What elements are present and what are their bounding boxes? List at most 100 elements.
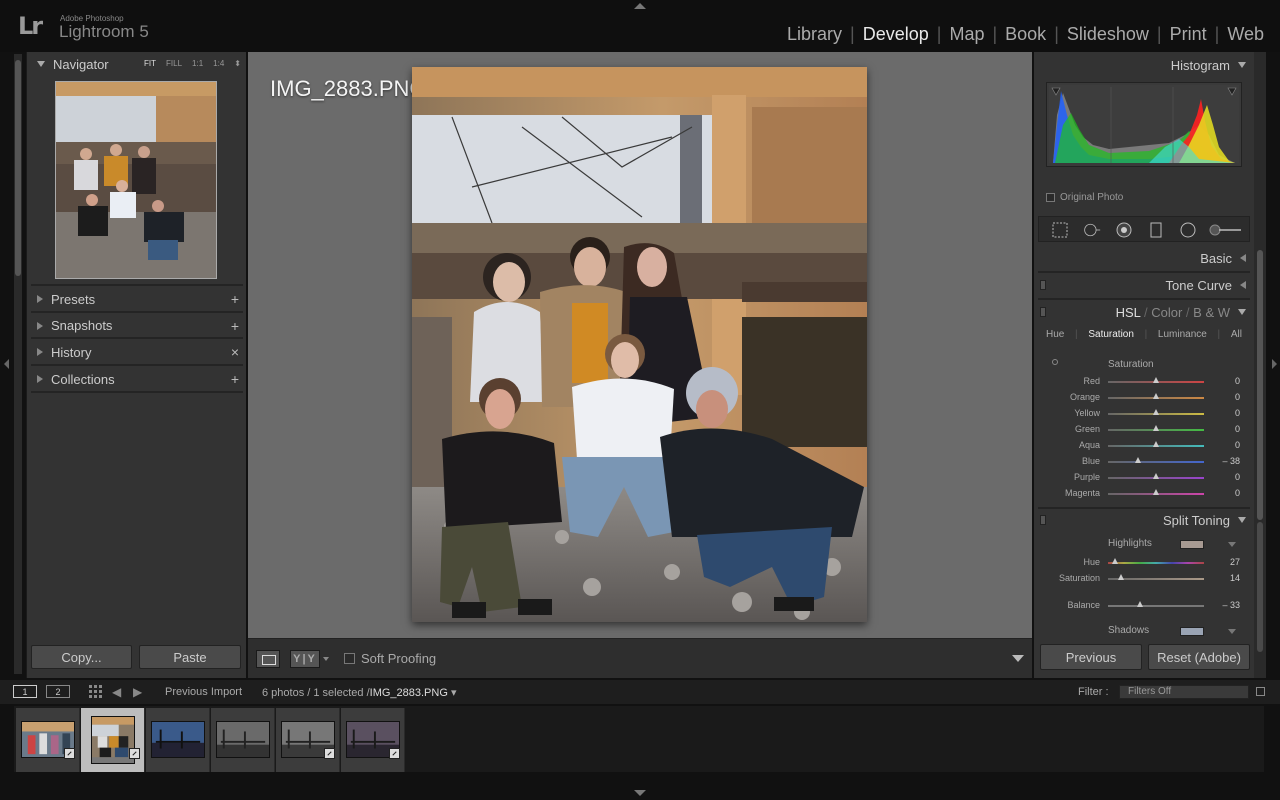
red-eye-icon[interactable]: [1115, 221, 1133, 239]
module-web[interactable]: Web: [1221, 24, 1270, 45]
shadows-dropdown-icon[interactable]: [1228, 629, 1236, 634]
panel-switch[interactable]: [1040, 280, 1046, 290]
module-develop[interactable]: Develop: [857, 24, 935, 45]
histogram-header[interactable]: Histogram: [1034, 52, 1254, 78]
split-toning-header[interactable]: Split Toning: [1034, 507, 1254, 533]
go-back-arrow-icon[interactable]: ◀: [112, 685, 121, 699]
saturation-orange-slider-handle[interactable]: [1153, 393, 1159, 399]
highlights-hue-slider-track[interactable]: [1108, 562, 1204, 564]
module-slideshow[interactable]: Slideshow: [1061, 24, 1155, 45]
collapse-left-arrow-icon[interactable]: [4, 359, 9, 369]
saturation-yellow-slider-handle[interactable]: [1153, 409, 1159, 415]
filename-dropdown-icon[interactable]: ▾: [451, 687, 457, 699]
radial-filter-icon[interactable]: [1179, 221, 1197, 239]
crop-overlay-icon[interactable]: [1051, 221, 1069, 239]
histogram[interactable]: [1046, 82, 1242, 167]
filmstrip-thumb-5[interactable]: [276, 708, 340, 772]
hsl-mode-color[interactable]: Color: [1151, 305, 1182, 320]
saturation-magenta-slider-handle[interactable]: [1153, 489, 1159, 495]
develop-settings-badge-icon[interactable]: [389, 748, 400, 759]
develop-settings-badge-icon[interactable]: [324, 748, 335, 759]
paste-settings-button[interactable]: Paste: [139, 645, 241, 669]
previous-settings-button[interactable]: Previous: [1040, 644, 1142, 670]
saturation-red-value[interactable]: 0: [1235, 376, 1240, 386]
module-library[interactable]: Library: [781, 24, 848, 45]
loupe-view-button[interactable]: [256, 650, 280, 668]
module-book[interactable]: Book: [999, 24, 1052, 45]
highlights-hue-slider-handle[interactable]: [1112, 558, 1119, 564]
tone-curve-header[interactable]: Tone Curve: [1034, 272, 1254, 298]
navigator-preview[interactable]: [55, 81, 217, 279]
hsl-mode-hsl[interactable]: HSL: [1116, 305, 1141, 320]
hsl-tab-hue[interactable]: Hue: [1046, 329, 1064, 347]
filmstrip-thumb-4[interactable]: [211, 708, 275, 772]
highlights-dropdown-icon[interactable]: [1228, 542, 1236, 547]
graduated-filter-icon[interactable]: [1147, 221, 1165, 239]
scrollbar-thumb[interactable]: [15, 60, 21, 276]
saturation-aqua-value[interactable]: 0: [1235, 440, 1240, 450]
panel-switch[interactable]: [1040, 307, 1046, 317]
scrollbar-thumb-lower[interactable]: [1257, 522, 1263, 652]
saturation-aqua-slider-handle[interactable]: [1153, 441, 1159, 447]
hsl-tab-saturation[interactable]: Saturation: [1088, 329, 1134, 347]
go-forward-arrow-icon[interactable]: ▶: [133, 685, 142, 699]
saturation-blue-slider-track[interactable]: [1108, 461, 1204, 463]
copy-settings-button[interactable]: Copy...: [31, 645, 132, 669]
highlights-color-swatch[interactable]: [1180, 540, 1204, 549]
develop-settings-badge-icon[interactable]: [129, 748, 140, 759]
saturation-blue-slider-handle[interactable]: [1134, 457, 1141, 463]
filmstrip-source[interactable]: Previous Import: [165, 686, 242, 698]
zoom-option-fit[interactable]: FIT: [144, 59, 156, 68]
saturation-purple-value[interactable]: 0: [1235, 472, 1240, 482]
collapse-bottom-arrow-icon[interactable]: [634, 790, 646, 796]
right-panel-scrollbar[interactable]: [1254, 52, 1266, 678]
zoom-more-icon[interactable]: ⬍: [234, 59, 241, 68]
balance-slider-handle[interactable]: [1137, 601, 1144, 607]
highlights-saturation-slider-handle[interactable]: [1118, 574, 1125, 580]
saturation-magenta-value[interactable]: 0: [1235, 488, 1240, 498]
module-map[interactable]: Map: [943, 24, 990, 45]
main-photo[interactable]: [412, 67, 867, 622]
saturation-green-value[interactable]: 0: [1235, 424, 1240, 434]
left-panel-scrollbar[interactable]: [14, 54, 22, 674]
targeted-adjustment-icon[interactable]: [1052, 359, 1058, 365]
panel-switch[interactable]: [1040, 515, 1046, 525]
saturation-orange-value[interactable]: 0: [1235, 392, 1240, 402]
zoom-option-fill[interactable]: FILL: [166, 59, 182, 68]
soft-proofing-checkbox[interactable]: [344, 653, 355, 664]
hsl-tab-luminance[interactable]: Luminance: [1158, 329, 1207, 347]
highlights-hue-value[interactable]: 27: [1230, 557, 1240, 567]
saturation-blue-value[interactable]: – 38: [1222, 456, 1240, 466]
filmstrip-thumb-3[interactable]: [146, 708, 210, 772]
hsl-header[interactable]: HSL / Color / B & W: [1034, 299, 1254, 325]
photo-count[interactable]: 6 photos / 1 selected /IMG_2883.PNG ▾: [262, 686, 457, 699]
panel-history[interactable]: History ×: [27, 339, 247, 365]
before-after-button[interactable]: Y|Y: [290, 650, 320, 668]
adjustment-brush-icon[interactable]: [1209, 221, 1243, 239]
collapse-top-arrow-icon[interactable]: [634, 3, 646, 9]
filmstrip-thumb-2[interactable]: [81, 708, 145, 772]
balance-value[interactable]: – 33: [1222, 600, 1240, 610]
highlights-saturation-value[interactable]: 14: [1230, 573, 1240, 583]
soft-proofing-toggle[interactable]: Soft Proofing: [344, 651, 436, 666]
shadows-color-swatch[interactable]: [1180, 627, 1204, 636]
filmstrip-thumb-6[interactable]: [341, 708, 405, 772]
saturation-purple-slider-handle[interactable]: [1153, 473, 1159, 479]
plus-icon[interactable]: +: [231, 318, 239, 334]
saturation-green-slider-handle[interactable]: [1153, 425, 1159, 431]
before-after-dropdown-icon[interactable]: [323, 657, 329, 661]
panel-presets[interactable]: Presets +: [27, 286, 247, 312]
balance-slider-track[interactable]: [1108, 605, 1204, 607]
panel-snapshots[interactable]: Snapshots +: [27, 313, 247, 339]
zoom-option-1-4[interactable]: 1:4: [213, 59, 224, 68]
original-photo-checkbox[interactable]: [1046, 193, 1055, 202]
close-icon[interactable]: ×: [231, 344, 239, 360]
hsl-tab-all[interactable]: All: [1231, 329, 1242, 347]
panel-collections[interactable]: Collections +: [27, 366, 247, 392]
secondary-window-button[interactable]: 2: [46, 685, 70, 698]
filter-select[interactable]: Filters Off: [1119, 685, 1249, 699]
collapse-right-arrow-icon[interactable]: [1272, 359, 1277, 369]
hsl-mode-bw[interactable]: B & W: [1193, 305, 1230, 320]
plus-icon[interactable]: +: [231, 371, 239, 387]
plus-icon[interactable]: +: [231, 291, 239, 307]
